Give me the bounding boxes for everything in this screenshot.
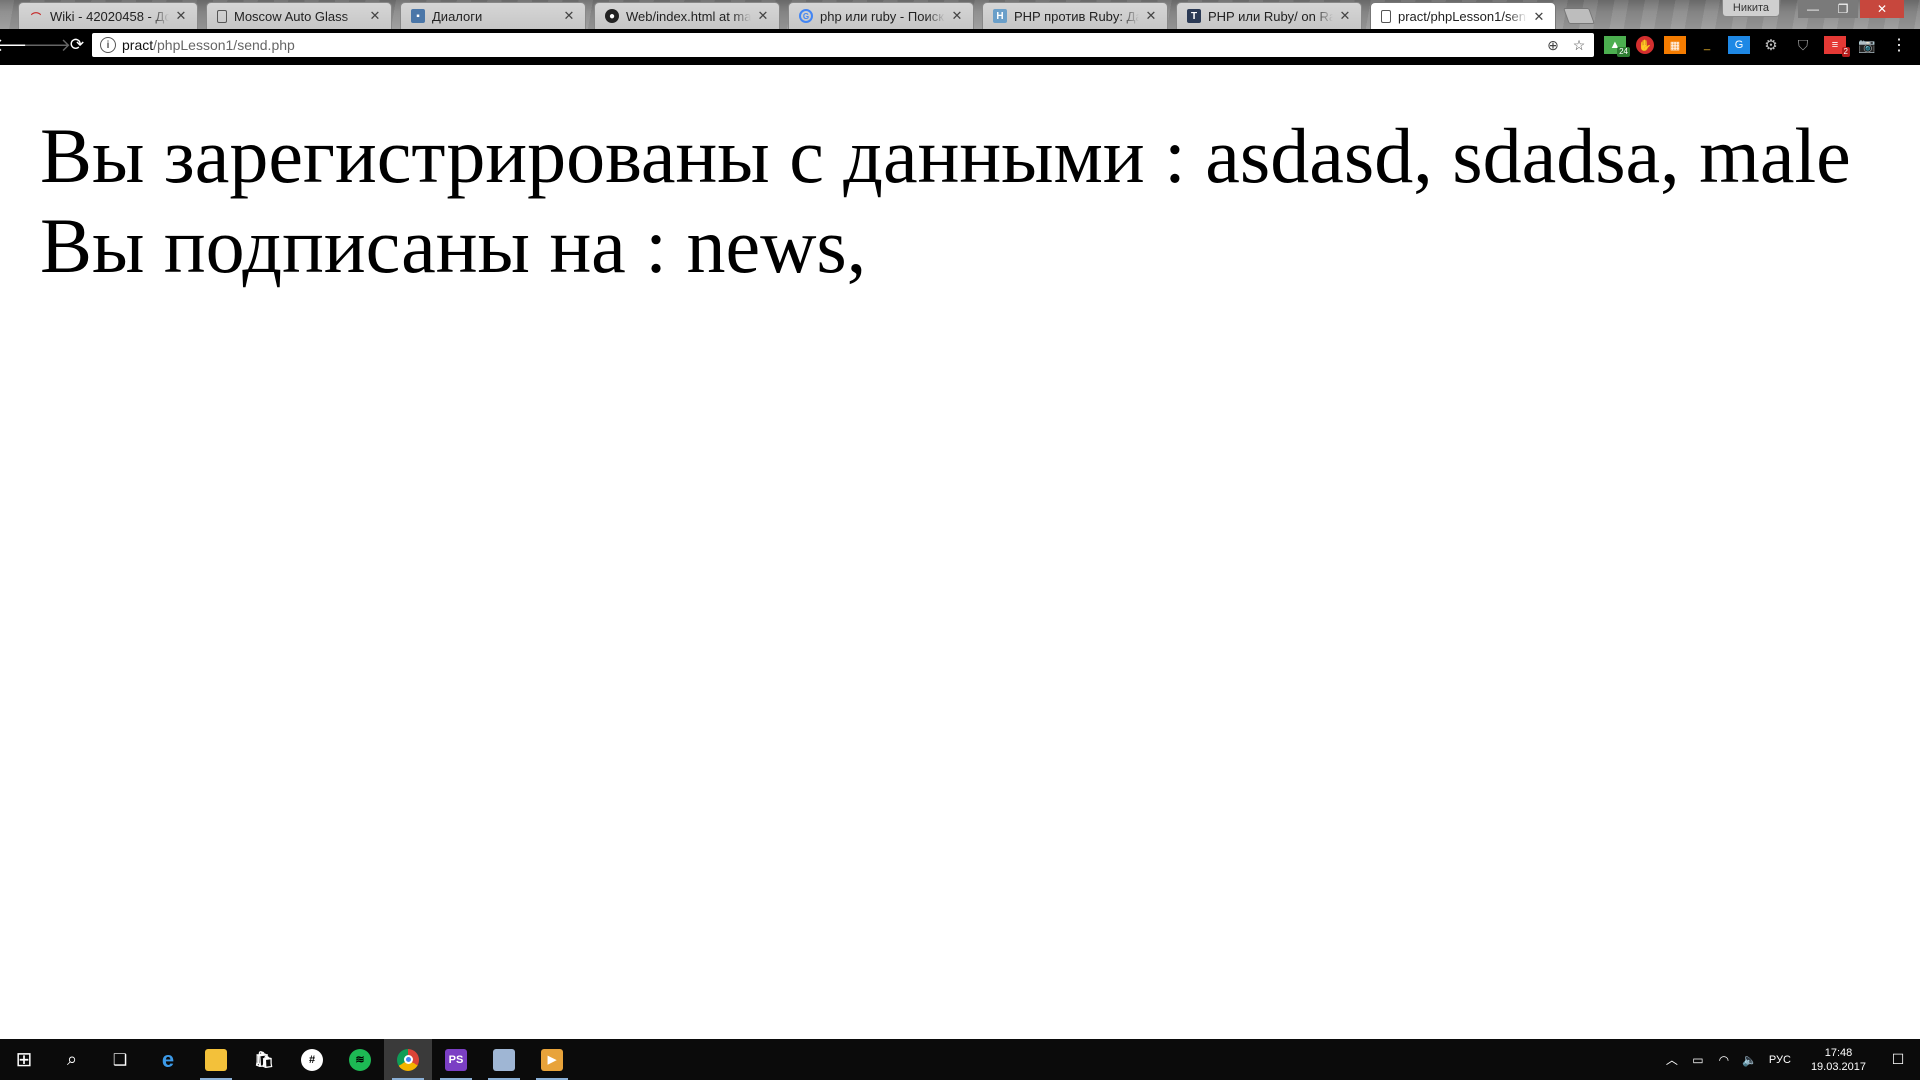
page-content: Вы зарегистрированы с данными : asdasd, … bbox=[40, 111, 1860, 291]
close-icon[interactable]: ✕ bbox=[561, 8, 577, 24]
info-icon[interactable]: i bbox=[100, 37, 116, 53]
media-player-icon: ▶ bbox=[541, 1048, 563, 1071]
close-icon[interactable]: ✕ bbox=[367, 8, 383, 24]
todoist-icon[interactable]: ≡ 2 bbox=[1824, 36, 1850, 57]
bookmark-star-icon[interactable]: ☆ bbox=[1570, 36, 1588, 54]
tab-moscow-auto-glass[interactable]: Moscow Auto Glass ✕ bbox=[206, 2, 392, 29]
taskbar-explorer[interactable] bbox=[192, 1039, 240, 1080]
wiki-icon: ⌒ bbox=[31, 12, 41, 24]
start-button[interactable]: ⊞ bbox=[0, 1039, 48, 1080]
taskbar-edge[interactable]: e bbox=[144, 1039, 192, 1080]
zoom-icon[interactable]: ⊕ bbox=[1544, 36, 1562, 54]
extension-24-icon[interactable]: ▲ 24 bbox=[1604, 36, 1630, 57]
chevron-up-icon[interactable]: ︿ bbox=[1661, 1050, 1683, 1070]
tab-title: Moscow Auto Glass bbox=[234, 8, 349, 24]
extension-minus-icon[interactable]: _ bbox=[1696, 36, 1718, 54]
taskbar-store[interactable]: 🛍 bbox=[240, 1039, 288, 1080]
close-icon[interactable]: ✕ bbox=[755, 8, 771, 24]
taskbar-media-player[interactable]: ▶ bbox=[528, 1039, 576, 1080]
notification-icon: ☐ bbox=[1891, 1051, 1905, 1067]
tab-title: Диалоги bbox=[432, 8, 483, 24]
tab-github[interactable]: ● Web/index.html at maste ✕ bbox=[594, 2, 780, 29]
clock-date: 19.03.2017 bbox=[1810, 1060, 1866, 1073]
tab-strip: ⌒ Wiki - 42020458 - Дораб ✕ Moscow Auto … bbox=[0, 0, 1920, 29]
clock-time: 17:48 bbox=[1824, 1046, 1853, 1059]
page-icon bbox=[217, 9, 227, 23]
extensions-bar: ▲ 24 ✋ ▦ _ G ⚙ ⛉ ≡ 2 📷 ⋮ bbox=[1604, 29, 1910, 61]
google-icon: G bbox=[799, 9, 813, 23]
chrome-icon bbox=[397, 1048, 419, 1071]
restore-button[interactable]: ❐ bbox=[1828, 0, 1858, 18]
tab-habr[interactable]: H PHP против Ruby: Давай ✕ bbox=[982, 2, 1168, 29]
search-button[interactable]: ⌕ bbox=[48, 1039, 96, 1080]
taskbar-chrome[interactable] bbox=[384, 1039, 432, 1080]
close-icon[interactable]: ✕ bbox=[949, 8, 965, 24]
tab-title: PHP против Ruby: Давай bbox=[1014, 8, 1139, 24]
address-bar[interactable]: i pract/phpLesson1/send.php ⊕ ☆ bbox=[92, 33, 1594, 57]
camera-icon[interactable]: 📷 bbox=[1856, 36, 1878, 54]
spotify-icon: ≋ bbox=[349, 1048, 371, 1071]
slack-icon: # bbox=[301, 1048, 323, 1071]
action-center-button[interactable]: ☐ bbox=[1876, 1039, 1920, 1080]
tab-send-php[interactable]: pract/phpLesson1/send ✕ bbox=[1370, 2, 1556, 29]
subscription-message: Вы подписаны на : news, bbox=[40, 202, 867, 289]
search-icon: ⌕ bbox=[66, 1049, 78, 1069]
taskbar-slack[interactable]: # bbox=[288, 1039, 336, 1080]
habr-icon: H bbox=[993, 9, 1007, 23]
task-view-icon: ❑ bbox=[112, 1051, 128, 1069]
browser-toolbar: 🡐 🡒 ⟳ i pract/phpLesson1/send.php ⊕ ☆ ▲ 2… bbox=[0, 29, 1920, 61]
task-view-button[interactable]: ❑ bbox=[96, 1039, 144, 1080]
reload-button[interactable]: ⟳ bbox=[64, 32, 90, 58]
tab-title: pract/phpLesson1/send bbox=[1398, 9, 1527, 24]
settings-ext-icon[interactable]: ⚙ bbox=[1760, 36, 1782, 54]
system-tray: ︿ ▭ ◠ 🔈 РУС 17:48 19.03.2017 ☐ bbox=[1659, 1039, 1920, 1080]
volume-icon[interactable]: 🔈 bbox=[1739, 1050, 1761, 1070]
extension-orange-icon[interactable]: ▦ bbox=[1664, 36, 1686, 54]
windows-icon: ⊞ bbox=[15, 1049, 33, 1071]
profile-button[interactable]: Никита bbox=[1721, 0, 1780, 17]
folder-icon bbox=[205, 1048, 227, 1071]
taskbar-spotify[interactable]: ≋ bbox=[336, 1039, 384, 1080]
language-indicator[interactable]: РУС bbox=[1769, 1054, 1791, 1066]
wifi-icon[interactable]: ◠ bbox=[1713, 1050, 1735, 1070]
new-tab-button[interactable] bbox=[1563, 8, 1595, 24]
toster-icon: T bbox=[1187, 9, 1201, 23]
vk-icon: ▪ bbox=[411, 9, 425, 23]
taskbar: ⊞ ⌕ ❑ e 🛍 # ≋ PS ▶ ︿ ▭ ◠ 🔈 РУС 17:48 19.… bbox=[0, 1039, 1920, 1080]
github-icon: ● bbox=[605, 9, 619, 23]
close-icon[interactable]: ✕ bbox=[173, 8, 189, 24]
adblock-icon[interactable]: ✋ bbox=[1636, 36, 1654, 54]
tab-title: PHP или Ruby/ on Rails? bbox=[1208, 8, 1333, 24]
close-icon[interactable]: ✕ bbox=[1337, 8, 1353, 24]
tab-dialogs[interactable]: ▪ Диалоги ✕ bbox=[400, 2, 586, 29]
close-window-button[interactable]: ✕ bbox=[1860, 0, 1904, 18]
close-icon[interactable]: ✕ bbox=[1531, 9, 1547, 25]
tab-title: Web/index.html at maste bbox=[626, 8, 751, 24]
forward-button[interactable]: 🡒 bbox=[23, 32, 71, 58]
tab-title: php или ruby - Поиск в bbox=[820, 8, 945, 24]
translate-icon[interactable]: G bbox=[1728, 36, 1750, 54]
taskbar-phpstorm[interactable]: PS bbox=[432, 1039, 480, 1080]
phpstorm-icon: PS bbox=[445, 1048, 467, 1071]
edge-icon: e bbox=[161, 1046, 175, 1072]
app-window-icon bbox=[493, 1048, 515, 1071]
shield-icon[interactable]: ⛉ bbox=[1792, 36, 1814, 54]
battery-icon[interactable]: ▭ bbox=[1687, 1050, 1709, 1070]
page-icon bbox=[1381, 10, 1391, 23]
minimize-button[interactable]: — bbox=[1798, 0, 1828, 18]
tab-google-search[interactable]: G php или ruby - Поиск в ✕ bbox=[788, 2, 974, 29]
registration-message: Вы зарегистрированы с данными : asdasd, … bbox=[40, 112, 1851, 199]
url-path: /phpLesson1/send.php bbox=[153, 37, 295, 53]
taskbar-app-window[interactable] bbox=[480, 1039, 528, 1080]
store-icon: 🛍 bbox=[253, 1051, 275, 1069]
page-viewport: Вы зарегистрированы с данными : asdasd, … bbox=[0, 65, 1920, 1039]
clock[interactable]: 17:48 19.03.2017 bbox=[1811, 1046, 1866, 1074]
menu-kebab-icon[interactable]: ⋮ bbox=[1888, 36, 1910, 54]
close-icon[interactable]: ✕ bbox=[1143, 8, 1159, 24]
tab-wiki[interactable]: ⌒ Wiki - 42020458 - Дораб ✕ bbox=[18, 2, 198, 29]
tab-title: Wiki - 42020458 - Дораб bbox=[50, 8, 169, 24]
tab-toster[interactable]: T PHP или Ruby/ on Rails? ✕ bbox=[1176, 2, 1362, 29]
url-host: pract bbox=[122, 37, 154, 53]
